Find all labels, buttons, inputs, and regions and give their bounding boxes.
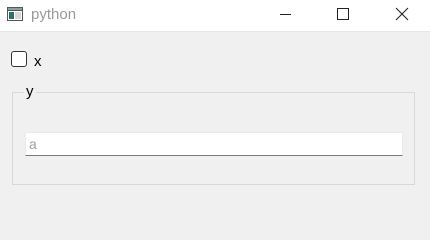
x-checkbox-label[interactable]: x (34, 53, 42, 71)
window-title: python (31, 6, 77, 23)
python-app-icon (7, 7, 23, 21)
title-bar[interactable]: python (0, 0, 430, 32)
maximize-icon (337, 8, 349, 20)
y-group-title: y (24, 83, 36, 101)
maximize-button[interactable] (320, 0, 366, 31)
app-window: python x y (0, 0, 430, 200)
minimize-icon (280, 14, 291, 15)
close-button[interactable] (379, 0, 425, 31)
a-text-input[interactable] (25, 132, 403, 156)
minimize-button[interactable] (262, 0, 308, 31)
x-checkbox[interactable] (11, 51, 27, 67)
close-icon (395, 7, 409, 21)
